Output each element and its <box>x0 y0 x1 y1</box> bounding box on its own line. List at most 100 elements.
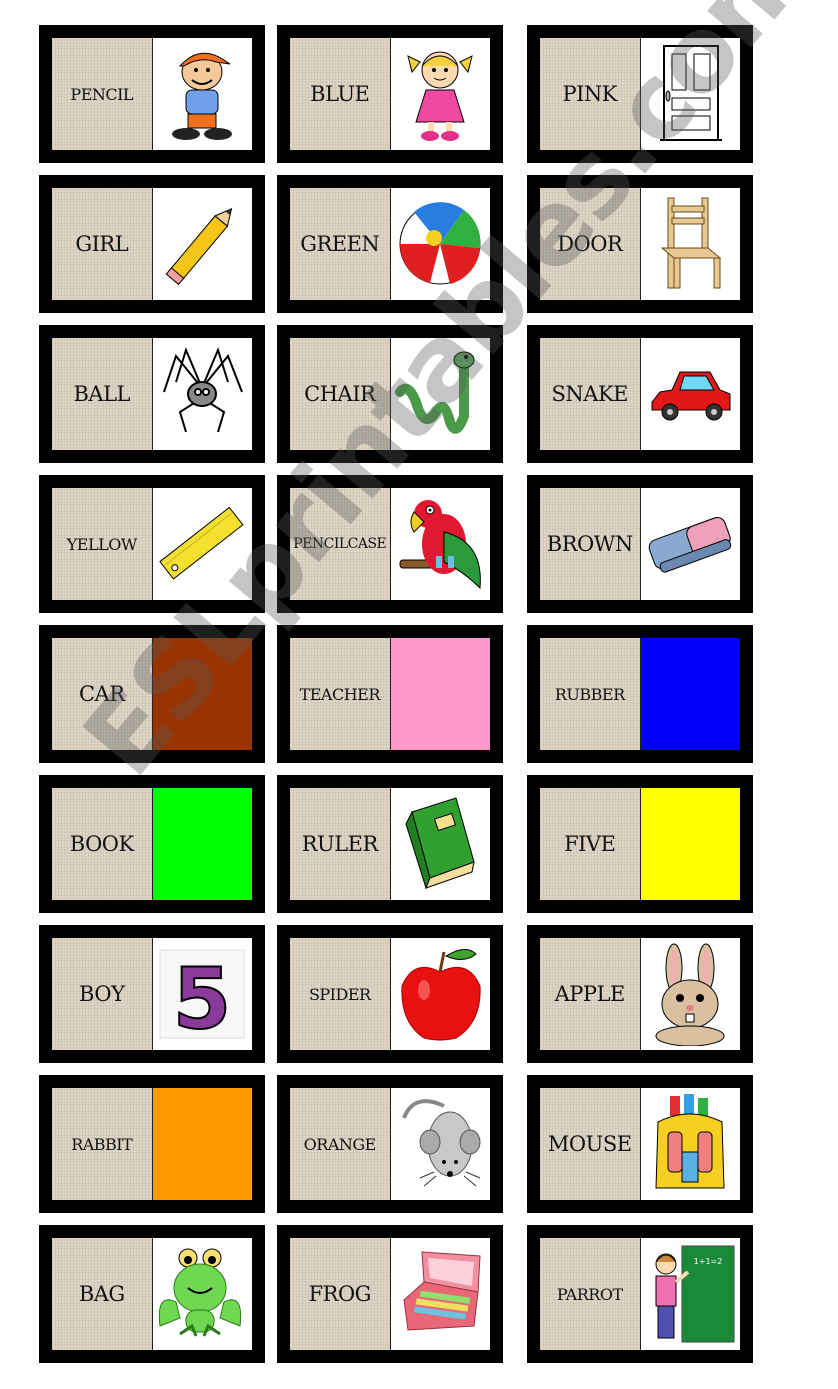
domino-word: GIRL <box>75 232 129 256</box>
door-icon <box>640 38 740 150</box>
domino-word-half: BAG <box>52 1238 153 1350</box>
car-icon <box>640 338 740 450</box>
domino-card: GIRL <box>39 175 265 313</box>
blue-color-swatch <box>640 638 740 750</box>
domino-word-half: BOOK <box>52 788 153 900</box>
domino-word: PENCIL <box>70 84 134 104</box>
domino-word: BAG <box>78 1282 125 1306</box>
spider-icon <box>152 338 252 450</box>
domino-card: CHAIR <box>277 325 503 463</box>
domino-word-half: FROG <box>290 1238 391 1350</box>
domino-word-half: BALL <box>52 338 153 450</box>
domino-word-half: PENCILCASE <box>290 488 391 600</box>
five-icon: 5 <box>152 938 252 1050</box>
pencilcase-icon <box>390 1238 490 1350</box>
domino-card: SPIDER <box>277 925 503 1063</box>
domino-card: BROWN <box>527 475 753 613</box>
domino-word-half: TEACHER <box>290 638 391 750</box>
domino-word: TEACHER <box>299 684 381 704</box>
domino-card: ORANGE <box>277 1075 503 1213</box>
domino-card: FIVE <box>527 775 753 913</box>
rabbit-icon <box>640 938 740 1050</box>
domino-word-half: PENCIL <box>52 38 153 150</box>
teacher-icon: 1+1=2 <box>640 1238 740 1350</box>
domino-word: BALL <box>73 382 131 406</box>
parrot-icon <box>390 488 490 600</box>
domino-card: CAR <box>39 625 265 763</box>
domino-word: BLUE <box>310 82 370 106</box>
snake-icon <box>390 338 490 450</box>
domino-card: BALL <box>39 325 265 463</box>
domino-card: MOUSE <box>527 1075 753 1213</box>
domino-card: DOOR <box>527 175 753 313</box>
domino-word: RULER <box>301 832 379 856</box>
domino-card: YELLOW <box>39 475 265 613</box>
domino-card: PARROT 1+1=2 <box>527 1225 753 1363</box>
domino-word: SPIDER <box>308 984 371 1004</box>
domino-word-half: PARROT <box>540 1238 641 1350</box>
yellow-color-swatch <box>640 788 740 900</box>
domino-word: FROG <box>308 1282 372 1306</box>
ball-icon <box>390 188 490 300</box>
domino-word-half: CAR <box>52 638 153 750</box>
pink-color-swatch <box>390 638 490 750</box>
svg-text:1+1=2: 1+1=2 <box>694 1257 723 1266</box>
domino-card: RULER <box>277 775 503 913</box>
bag-icon <box>640 1088 740 1200</box>
domino-word: DOOR <box>557 232 623 256</box>
domino-card: BOY 5 <box>39 925 265 1063</box>
domino-word-half: MOUSE <box>540 1088 641 1200</box>
domino-card: TEACHER <box>277 625 503 763</box>
svg-text:5: 5 <box>173 950 231 1046</box>
domino-word-half: BOY <box>52 938 153 1050</box>
domino-word: ORANGE <box>303 1134 377 1154</box>
domino-word-half: SNAKE <box>540 338 641 450</box>
domino-word-half: YELLOW <box>52 488 153 600</box>
green-color-swatch <box>152 788 252 900</box>
domino-card: PENCILCASE <box>277 475 503 613</box>
orange-color-swatch <box>152 1088 252 1200</box>
frog-icon <box>152 1238 252 1350</box>
mouse-icon <box>390 1088 490 1200</box>
domino-word: BROWN <box>546 532 633 556</box>
pencil-icon <box>152 188 252 300</box>
domino-word-half: BLUE <box>290 38 391 150</box>
book-icon <box>390 788 490 900</box>
domino-word: YELLOW <box>66 534 138 554</box>
brown-color-swatch <box>152 638 252 750</box>
domino-word: PENCILCASE <box>293 536 387 552</box>
domino-card: BOOK <box>39 775 265 913</box>
domino-word: GREEN <box>300 232 380 256</box>
domino-word: BOY <box>79 982 125 1006</box>
domino-word: SNAKE <box>551 382 629 406</box>
domino-word-half: GIRL <box>52 188 153 300</box>
domino-word-half: BROWN <box>540 488 641 600</box>
domino-word: CHAIR <box>304 382 376 406</box>
domino-card: BAG <box>39 1225 265 1363</box>
chair-icon <box>640 188 740 300</box>
domino-card: FROG <box>277 1225 503 1363</box>
domino-word-half: APPLE <box>540 938 641 1050</box>
domino-word: FIVE <box>564 832 616 856</box>
domino-grid: PENCIL BLUE PINK GIRL GREEN DOOR BALL CHAIR SNAK… <box>0 0 838 1389</box>
domino-card: SNAKE <box>527 325 753 463</box>
domino-card: RUBBER <box>527 625 753 763</box>
domino-word-half: RUBBER <box>540 638 641 750</box>
domino-word-half: SPIDER <box>290 938 391 1050</box>
domino-word-half: CHAIR <box>290 338 391 450</box>
domino-word-half: GREEN <box>290 188 391 300</box>
domino-word-half: PINK <box>540 38 641 150</box>
girl-icon <box>390 38 490 150</box>
domino-card: RABBIT <box>39 1075 265 1213</box>
domino-card: GREEN <box>277 175 503 313</box>
ruler-icon <box>152 488 252 600</box>
domino-word: APPLE <box>554 982 626 1006</box>
domino-card: BLUE <box>277 25 503 163</box>
boy-icon <box>152 38 252 150</box>
domino-word-half: ORANGE <box>290 1088 391 1200</box>
rubber-icon <box>640 488 740 600</box>
domino-word-half: DOOR <box>540 188 641 300</box>
domino-word-half: RULER <box>290 788 391 900</box>
domino-word: RABBIT <box>71 1134 133 1154</box>
domino-word: PINK <box>562 82 618 106</box>
